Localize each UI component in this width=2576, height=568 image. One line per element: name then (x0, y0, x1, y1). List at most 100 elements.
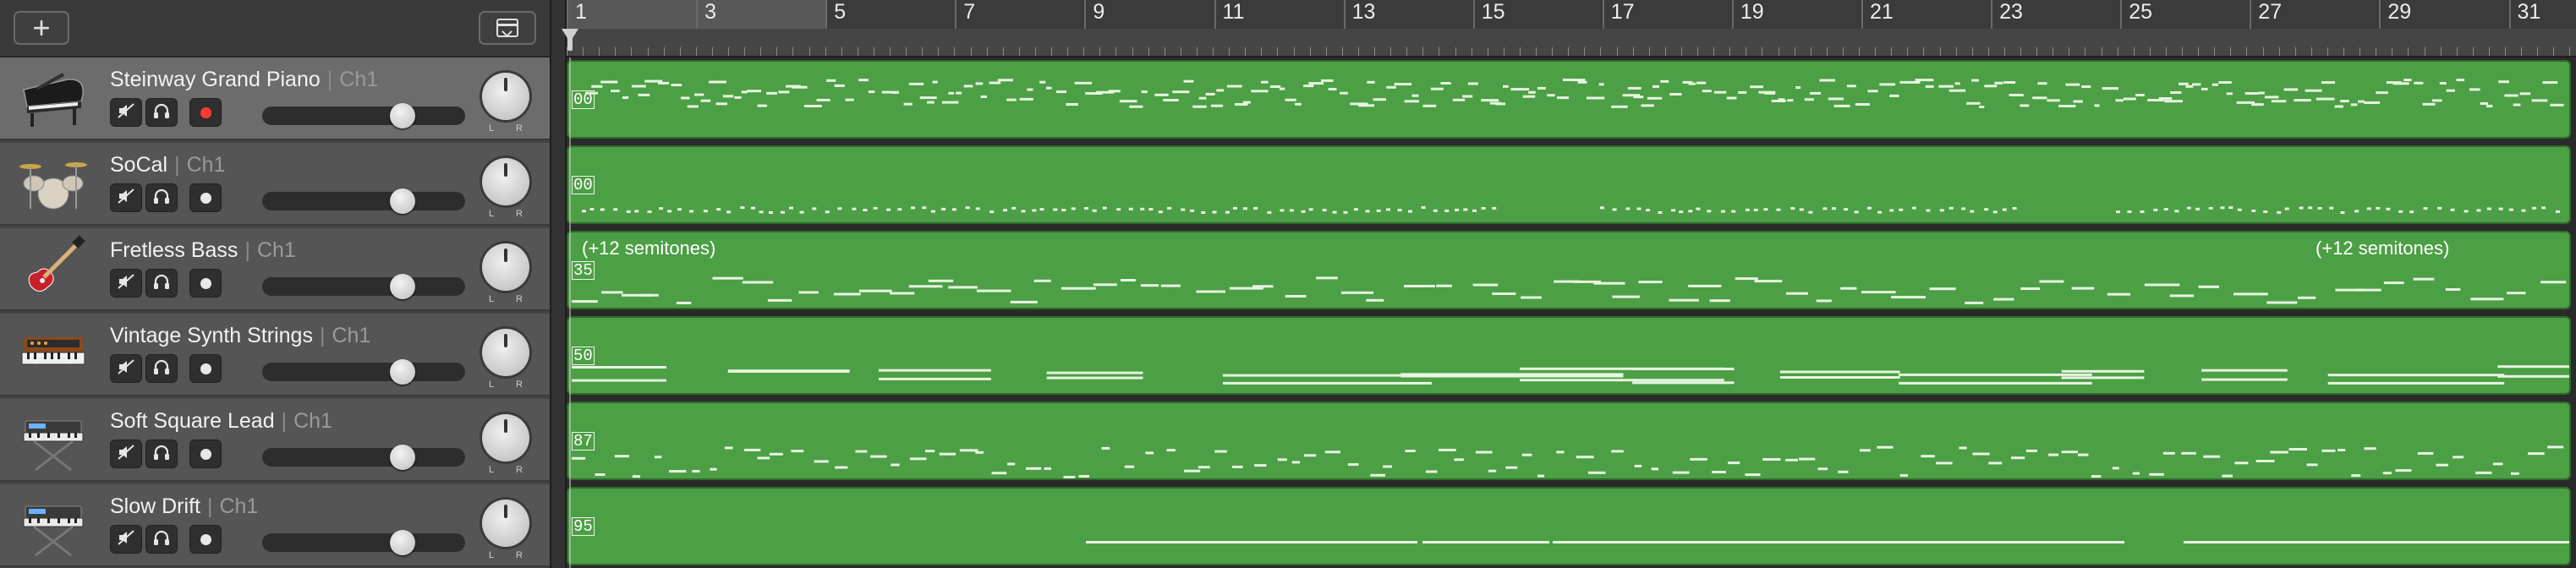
beat-tick (1245, 47, 1247, 56)
midi-region[interactable]: 00 (567, 60, 2571, 139)
beat-tick (1229, 47, 1230, 56)
beat-tick (1051, 47, 1052, 56)
bar-number: 11 (1222, 0, 1245, 24)
volume-slider[interactable] (262, 103, 465, 128)
volume-slider[interactable] (262, 274, 465, 299)
beat-tick (2036, 47, 2038, 56)
track-name-label: Slow Drift (110, 494, 200, 518)
pan-right-label: R (516, 209, 523, 219)
bar-tick (2250, 0, 2252, 29)
volume-slider-handle[interactable] (390, 188, 415, 214)
track-name[interactable]: Fretless Bass | Ch1 (110, 238, 296, 263)
record-enable-button[interactable] (189, 183, 222, 212)
volume-slider[interactable] (262, 359, 465, 385)
beat-tick (1357, 47, 1359, 56)
track-header[interactable]: Steinway Grand Piano | Ch1 L R (0, 57, 550, 140)
solo-button[interactable] (145, 98, 178, 127)
record-enable-button[interactable] (189, 354, 222, 383)
volume-slider-handle[interactable] (390, 445, 415, 470)
track-header[interactable]: Slow Drift | Ch1 L R (0, 484, 550, 567)
bar-tick (1343, 0, 1346, 29)
mute-button[interactable] (110, 269, 142, 298)
track-channel: Ch1 (339, 68, 379, 91)
mute-button[interactable] (110, 525, 142, 554)
playhead-handle[interactable] (567, 34, 573, 51)
track-name[interactable]: Slow Drift | Ch1 (110, 494, 258, 519)
record-enable-button[interactable] (189, 269, 222, 298)
track-header[interactable]: SoCal | Ch1 L R (0, 143, 550, 226)
solo-button[interactable] (145, 354, 178, 383)
tracks-area[interactable]: 00 00 35 (+12 semitones) (+12 semitones) 50 87… (567, 57, 2576, 568)
mute-icon (117, 102, 135, 123)
midi-region[interactable]: 95 (567, 487, 2571, 565)
beat-tick (2149, 47, 2151, 56)
record-enable-button[interactable] (189, 440, 222, 468)
volume-slider[interactable] (262, 445, 465, 470)
volume-slider-handle[interactable] (390, 359, 415, 385)
mute-button[interactable] (110, 183, 142, 212)
midi-region[interactable]: 50 (567, 316, 2571, 395)
bar-number: 21 (1870, 0, 1894, 24)
panel-divider[interactable] (550, 0, 567, 568)
track-name[interactable]: SoCal | Ch1 (110, 153, 225, 178)
track-name[interactable]: Vintage Synth Strings | Ch1 (110, 324, 370, 348)
playhead-line (569, 57, 571, 568)
beat-tick (663, 47, 665, 56)
solo-button[interactable] (145, 269, 178, 298)
bar-tick (825, 0, 828, 29)
bar-tick (955, 0, 957, 29)
pan-knob[interactable] (482, 414, 529, 462)
beat-tick (890, 47, 891, 56)
mute-button[interactable] (110, 98, 142, 127)
pan-knob[interactable] (482, 500, 529, 547)
pan-right-label: R (516, 550, 523, 560)
bar-number: 13 (1351, 0, 1376, 24)
solo-button[interactable] (145, 440, 178, 468)
track-name[interactable]: Soft Square Lead | Ch1 (110, 409, 332, 434)
pan-knob[interactable] (482, 158, 529, 205)
volume-slider-handle[interactable] (390, 530, 415, 555)
track-header[interactable]: Soft Square Lead | Ch1 L R (0, 399, 550, 482)
midi-notes (572, 365, 2569, 385)
beat-tick (2521, 47, 2523, 56)
beat-tick (647, 47, 649, 56)
beat-tick (728, 47, 729, 56)
beat-tick (1713, 47, 1715, 56)
solo-button[interactable] (145, 525, 178, 554)
timeline-ruler[interactable]: 1 3 5 7 9 11 13 15 17 19 21 23 25 27 29 31 (567, 0, 2576, 57)
midi-region[interactable]: 00 (567, 145, 2571, 224)
track-channel: Ch1 (332, 324, 371, 347)
beat-tick (2408, 47, 2409, 56)
volume-slider[interactable] (262, 530, 465, 555)
pan-knob[interactable] (482, 243, 529, 291)
beat-tick (1600, 47, 1602, 56)
pan-knob[interactable] (482, 329, 529, 376)
track-options-button[interactable] (479, 11, 536, 45)
record-icon (200, 106, 211, 118)
volume-slider-handle[interactable] (390, 274, 415, 299)
add-track-button[interactable]: + (14, 11, 69, 45)
track-channel: Ch1 (293, 409, 332, 433)
pan-knob[interactable] (482, 73, 529, 120)
track-name[interactable]: Steinway Grand Piano | Ch1 (110, 68, 378, 92)
solo-button[interactable] (145, 183, 178, 212)
beat-tick (1568, 47, 1570, 56)
mute-button[interactable] (110, 440, 142, 468)
pan-left-label: L (489, 209, 495, 219)
beat-tick (2278, 47, 2280, 56)
beat-tick (1648, 47, 1650, 56)
mute-button[interactable] (110, 354, 142, 383)
volume-slider-handle[interactable] (390, 103, 415, 128)
beat-tick (2456, 47, 2458, 56)
headphones-icon (152, 444, 171, 465)
track-header[interactable]: Fretless Bass | Ch1 L R (0, 228, 550, 311)
midi-region[interactable]: 35 (+12 semitones) (+12 semitones) (567, 231, 2571, 309)
record-enable-button[interactable] (189, 525, 222, 554)
record-icon (200, 192, 211, 204)
record-enable-button[interactable] (189, 98, 222, 127)
volume-slider[interactable] (262, 188, 465, 214)
track-header[interactable]: Vintage Synth Strings | Ch1 L R (0, 314, 550, 396)
midi-region[interactable]: 87 (567, 401, 2571, 480)
bar-tick (1214, 0, 1216, 29)
bar-number: 1 (575, 0, 587, 24)
